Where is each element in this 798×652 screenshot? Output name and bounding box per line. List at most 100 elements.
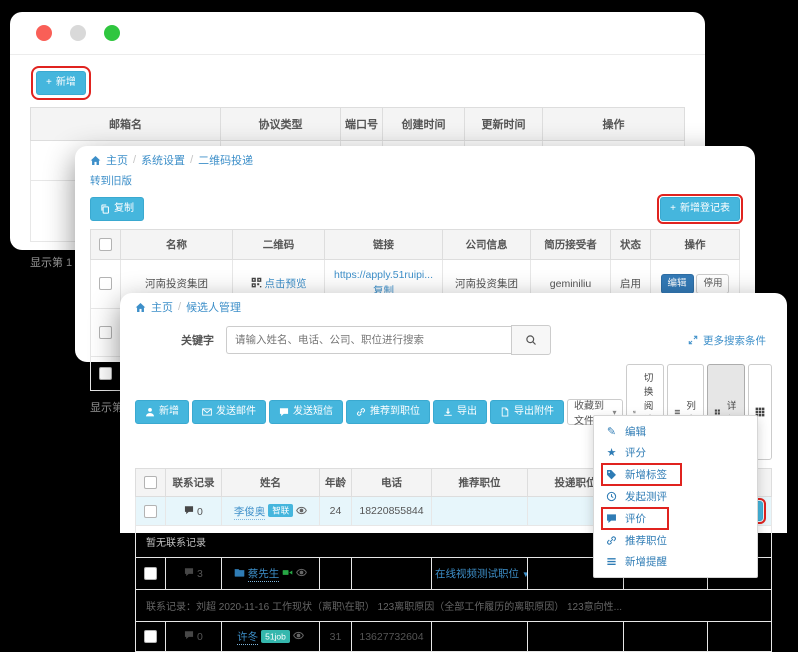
search-input[interactable] <box>226 326 511 354</box>
candidate-panel: 主页 / 候选人管理 关键字 更多搜索条件 新增 发送邮件 <box>120 293 787 533</box>
recommended-job-cell <box>432 497 528 526</box>
menu-item-recommend-job[interactable]: 推荐职位 <box>594 530 757 551</box>
phone-cell: 13627732604 <box>352 622 432 652</box>
star-icon: ★ <box>606 446 617 459</box>
disable-form-label: 停用 <box>703 279 722 289</box>
add-mailbox-button[interactable]: + 新增 <box>36 71 86 95</box>
breadcrumb-home[interactable]: 主页 <box>151 299 173 315</box>
candidate-content: 主页 / 候选人管理 关键字 更多搜索条件 新增 发送邮件 <box>120 293 787 652</box>
person-icon <box>145 407 155 417</box>
send-mail-label: 发送邮件 <box>216 407 256 417</box>
select-all-checkbox[interactable] <box>99 238 112 251</box>
pencil-icon: ✎ <box>606 425 617 438</box>
qr-code-icon <box>251 277 262 288</box>
qr-preview-link[interactable]: 点击预览 <box>264 278 306 290</box>
contact-count-cell: 0 <box>166 622 222 652</box>
candidate-name-link[interactable]: 许冬 <box>237 631 258 645</box>
eye-icon[interactable] <box>293 630 304 641</box>
recommended-job-link[interactable]: 在线视频测试职位 <box>435 568 519 580</box>
contact-count: 3 <box>197 568 203 580</box>
contact-count-cell: 3 <box>166 558 222 590</box>
col-actions: 操作 <box>651 230 740 260</box>
maximize-button[interactable] <box>104 25 120 41</box>
breadcrumb: 主页 / 系统设置 / 二维码投递 <box>90 152 740 168</box>
select-all-checkbox[interactable] <box>144 476 157 489</box>
send-mail-button[interactable]: 发送邮件 <box>192 400 266 424</box>
menu-item-score[interactable]: ★ 评分 <box>594 442 757 463</box>
col-mailbox: 邮箱名 <box>31 108 221 141</box>
row-checkbox[interactable] <box>144 505 157 518</box>
candidate-name-cell: 蔡先生 <box>222 558 320 590</box>
old-version-link[interactable]: 转到旧版 <box>90 173 132 188</box>
breadcrumb-system-settings[interactable]: 系统设置 <box>141 152 185 168</box>
col-receiver: 简历接受者 <box>531 230 611 260</box>
breadcrumb-home[interactable]: 主页 <box>106 152 128 168</box>
applied-job-cell <box>528 622 624 652</box>
disable-form-button[interactable]: 停用 <box>696 274 729 294</box>
menu-item-start-assessment-label: 发起测评 <box>625 489 667 504</box>
menu-item-recommend-job-label: 推荐职位 <box>625 533 667 548</box>
col-status: 状态 <box>611 230 651 260</box>
envelope-icon <box>202 407 212 417</box>
menu-item-comment[interactable]: 评价 <box>594 507 757 530</box>
row-checkbox[interactable] <box>99 367 112 380</box>
folder-icon[interactable] <box>234 567 245 578</box>
comment-icon <box>184 630 194 640</box>
copy-button[interactable]: 复制 <box>90 197 144 221</box>
add-mailbox-label: 新增 <box>56 78 76 88</box>
col-contact-records: 联系记录 <box>166 469 222 497</box>
recommend-to-job-button[interactable]: 推荐到职位 <box>346 400 430 424</box>
search-button[interactable] <box>511 325 551 355</box>
close-button[interactable] <box>36 25 52 41</box>
export-attachments-label: 导出附件 <box>514 407 554 417</box>
contact-note-row: 联系记录：刘超 2020-11-16 工作现状（离职\在职） 123离职原因（全… <box>136 590 772 622</box>
apply-url-link[interactable]: https://apply.51ruipi... <box>334 269 433 281</box>
comment-icon <box>184 505 194 515</box>
contact-count: 0 <box>197 631 203 643</box>
copy-icon <box>100 204 110 214</box>
row-actions-menu: ✎ 编辑 ★ 评分 新增标签 发起测评 评价 <box>593 415 758 578</box>
video-icon[interactable] <box>282 567 293 578</box>
send-sms-label: 发送短信 <box>293 407 333 417</box>
row-checkbox[interactable] <box>144 567 157 580</box>
col-age: 年龄 <box>320 469 352 497</box>
candidate-name-link[interactable]: 李俊奥 <box>234 506 266 520</box>
menu-item-add-reminder[interactable]: 新增提醒 <box>594 551 757 572</box>
export-label: 导出 <box>457 407 477 417</box>
minimize-button[interactable] <box>70 25 86 41</box>
recommended-job-cell <box>432 622 528 652</box>
row-checkbox[interactable] <box>144 630 157 643</box>
phone-cell: 18220855844 <box>352 497 432 526</box>
home-icon <box>90 155 101 166</box>
col-created: 创建时间 <box>383 108 465 141</box>
actions-cell <box>708 622 772 652</box>
eye-icon[interactable] <box>296 505 307 516</box>
breadcrumb-qr-delivery[interactable]: 二维码投递 <box>198 152 253 168</box>
send-sms-button[interactable]: 发送短信 <box>269 400 343 424</box>
expand-arrows-icon <box>688 335 698 345</box>
export-attachments-button[interactable]: 导出附件 <box>490 400 564 424</box>
export-button[interactable]: 导出 <box>433 400 487 424</box>
comment-icon <box>606 513 617 524</box>
eye-icon[interactable] <box>296 567 307 578</box>
recommended-job-cell: 在线视频测试职位 ▼ <box>432 558 528 590</box>
menu-item-edit[interactable]: ✎ 编辑 <box>594 421 757 442</box>
more-search-label: 更多搜索条件 <box>703 333 766 348</box>
add-candidate-button[interactable]: 新增 <box>135 400 189 424</box>
more-search-link[interactable]: 更多搜索条件 <box>688 333 766 348</box>
menu-item-add-tag[interactable]: 新增标签 <box>594 463 757 486</box>
row-checkbox[interactable] <box>99 326 112 339</box>
qr-table-header: 名称 二维码 链接 公司信息 简历接受者 状态 操作 <box>91 230 740 260</box>
contact-note: 联系记录：刘超 2020-11-16 工作现状（离职\在职） 123离职原因（全… <box>136 590 772 622</box>
menu-item-start-assessment[interactable]: 发起测评 <box>594 486 757 507</box>
caret-down-icon[interactable]: ▼ <box>522 570 528 579</box>
row-checkbox[interactable] <box>99 277 112 290</box>
add-registration-form-button[interactable]: + 新增登记表 <box>660 197 740 221</box>
col-port: 端口号 <box>341 108 383 141</box>
file-icon <box>500 407 510 417</box>
edit-form-button[interactable]: 编辑 <box>661 274 694 294</box>
menu-item-edit-label: 编辑 <box>625 424 646 439</box>
breadcrumb-candidates[interactable]: 候选人管理 <box>186 299 241 315</box>
candidate-name-link[interactable]: 蔡先生 <box>248 568 280 582</box>
source-badge: 智联 <box>268 504 293 517</box>
